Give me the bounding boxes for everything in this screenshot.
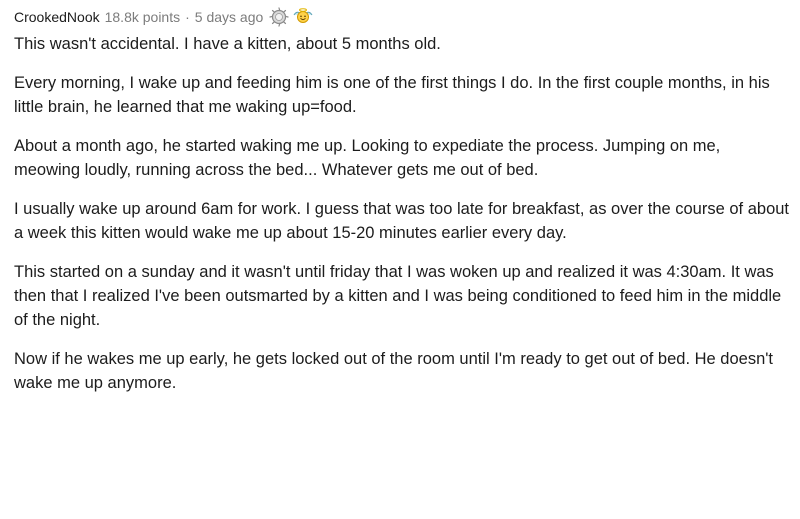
comment-meta: CrookedNook 18.8k points · 5 days ago xyxy=(14,6,789,28)
comment: CrookedNook 18.8k points · 5 days ago Th… xyxy=(14,6,789,410)
comment-paragraph: This started on a sunday and it wasn't u… xyxy=(14,263,782,329)
comment-paragraph: This wasn't accidental. I have a kitten,… xyxy=(14,35,441,53)
silver-award-icon[interactable] xyxy=(269,7,289,27)
comment-body: This wasn't accidental. I have a kitten,… xyxy=(14,32,789,395)
comment-paragraph: Every morning, I wake up and feeding him… xyxy=(14,74,770,116)
comment-paragraph: I usually wake up around 6am for work. I… xyxy=(14,200,790,242)
comment-timestamp[interactable]: 5 days ago xyxy=(195,9,264,25)
comment-awards[interactable] xyxy=(269,7,314,27)
comment-author[interactable]: CrookedNook xyxy=(14,9,100,25)
comment-paragraph: About a month ago, he started waking me … xyxy=(14,137,721,179)
meta-separator: · xyxy=(185,9,190,25)
comment-points: 18.8k points xyxy=(104,9,181,25)
wholesome-award-icon[interactable] xyxy=(292,7,314,27)
comment-paragraph: Now if he wakes me up early, he gets loc… xyxy=(14,350,773,392)
